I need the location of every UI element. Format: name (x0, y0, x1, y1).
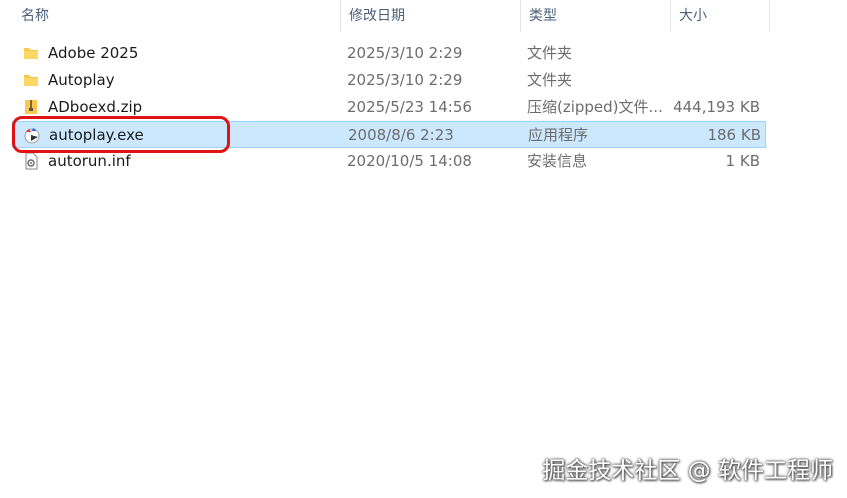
file-date: 2020/10/5 14:08 (347, 152, 472, 170)
column-header-type[interactable]: 类型 (520, 0, 670, 32)
file-size: 186 KB (707, 126, 761, 144)
column-header-name[interactable]: 名称 (0, 0, 340, 32)
zip-folder-icon (25, 100, 37, 114)
column-header: 名称 ^ 修改日期 类型 大小 (0, 0, 847, 32)
folder-icon (24, 48, 38, 59)
file-type: 压缩(zipped)文件... (527, 98, 663, 116)
file-size: 444,193 KB (673, 98, 760, 116)
inf-file-icon (25, 152, 38, 170)
column-header-date[interactable]: 修改日期 (340, 0, 520, 32)
file-name: Autoplay (48, 71, 115, 89)
file-name: Adobe 2025 (48, 44, 139, 62)
file-size (667, 40, 760, 67)
file-size (667, 67, 760, 94)
sort-ascending-icon: ^ (170, 0, 179, 4)
file-row[interactable]: Adobe 2025 2025/3/10 2:29 文件夹 (12, 40, 766, 67)
watermark: 掘金技术社区 @ 软件工程师 (542, 458, 833, 484)
annotation-highlight-ring (12, 116, 230, 153)
file-type: 安装信息 (527, 152, 588, 170)
folder-icon (24, 75, 38, 86)
file-size: 1 KB (725, 152, 760, 170)
file-date: 2025/3/10 2:29 (347, 71, 463, 89)
file-date: 2008/8/6 2:23 (348, 126, 454, 144)
file-date: 2025/5/23 14:56 (347, 98, 472, 116)
file-row[interactable]: Autoplay 2025/3/10 2:29 文件夹 (12, 67, 766, 94)
file-type: 文件夹 (527, 44, 573, 62)
file-type: 应用程序 (528, 126, 589, 144)
file-date: 2025/3/10 2:29 (347, 44, 463, 62)
file-type: 文件夹 (527, 71, 573, 89)
column-header-size[interactable]: 大小 (670, 0, 770, 32)
